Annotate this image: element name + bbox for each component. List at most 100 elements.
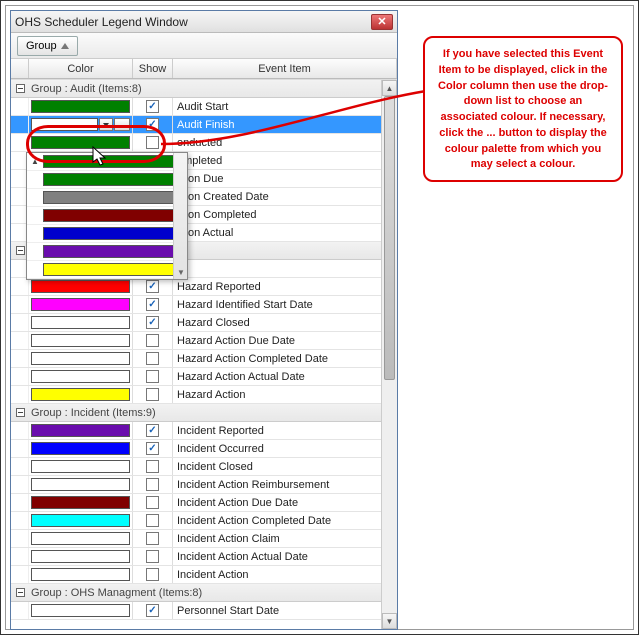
group-label: Group : OHS Managment (Items:8) <box>29 587 202 599</box>
dropdown-option[interactable] <box>27 243 187 261</box>
grid-row[interactable]: Incident Action Actual Date <box>11 548 397 566</box>
show-checkbox[interactable] <box>146 604 159 617</box>
expander-button[interactable] <box>11 408 29 417</box>
color-cell[interactable] <box>29 368 133 385</box>
scroll-track[interactable] <box>382 96 397 613</box>
grid-row[interactable]: Incident Action Claim <box>11 530 397 548</box>
dropdown-arrow-icon: ▲ <box>27 157 43 166</box>
color-cell[interactable] <box>29 458 133 475</box>
event-cell: Incident Action Completed Date <box>173 512 397 529</box>
show-checkbox[interactable] <box>146 496 159 509</box>
grid-row[interactable]: Hazard Identified Start Date <box>11 296 397 314</box>
vscrollbar[interactable]: ▲ ▼ <box>381 80 397 629</box>
show-checkbox[interactable] <box>146 514 159 527</box>
scroll-thumb[interactable] <box>384 96 395 380</box>
show-cell <box>133 458 173 475</box>
group-header[interactable]: Group : OHS Managment (Items:8) <box>11 584 397 602</box>
color-dropdown-panel[interactable]: ▲ <box>26 152 188 280</box>
dropdown-option[interactable] <box>27 207 187 225</box>
close-button[interactable]: ✕ <box>371 14 393 30</box>
grid-row[interactable]: Hazard Action <box>11 386 397 404</box>
show-checkbox[interactable] <box>146 550 159 563</box>
header-event[interactable]: Event Item <box>173 59 397 78</box>
show-checkbox[interactable] <box>146 460 159 473</box>
row-indent <box>11 476 29 493</box>
grid-row[interactable]: Hazard Closed <box>11 314 397 332</box>
color-cell[interactable] <box>29 278 133 295</box>
color-cell[interactable] <box>29 494 133 511</box>
show-checkbox[interactable] <box>146 298 159 311</box>
grid-row[interactable]: onducted <box>11 134 397 152</box>
color-swatch <box>31 460 130 473</box>
show-checkbox[interactable] <box>146 118 159 131</box>
color-cell[interactable] <box>29 98 133 115</box>
color-picker-button[interactable]: ... <box>114 118 130 131</box>
show-checkbox[interactable] <box>146 442 159 455</box>
grid-row[interactable]: Personnel Start Date <box>11 602 397 620</box>
color-cell[interactable] <box>29 602 133 619</box>
sort-asc-icon <box>61 43 69 49</box>
grid-row[interactable]: Incident Action Completed Date <box>11 512 397 530</box>
grid-row[interactable]: Incident Closed <box>11 458 397 476</box>
color-cell[interactable] <box>29 566 133 583</box>
color-cell[interactable] <box>29 314 133 331</box>
header-color[interactable]: Color <box>29 59 133 78</box>
color-cell[interactable] <box>29 548 133 565</box>
expander-button[interactable] <box>11 588 29 597</box>
grid-row[interactable]: Hazard Action Completed Date <box>11 350 397 368</box>
header-show[interactable]: Show <box>133 59 173 78</box>
grid-row[interactable]: Hazard Action Actual Date <box>11 368 397 386</box>
grid-row[interactable]: Audit Start <box>11 98 397 116</box>
color-cell[interactable] <box>29 512 133 529</box>
expander-button[interactable] <box>11 84 29 93</box>
dropdown-option[interactable] <box>27 225 187 243</box>
row-indent <box>11 548 29 565</box>
show-checkbox[interactable] <box>146 532 159 545</box>
color-cell[interactable] <box>29 386 133 403</box>
show-checkbox[interactable] <box>146 388 159 401</box>
grid-row[interactable]: ...Audit Finish <box>11 116 397 134</box>
group-label: Group : Audit (Items:8) <box>29 83 142 95</box>
grid-row[interactable]: Incident Action Due Date <box>11 494 397 512</box>
show-checkbox[interactable] <box>146 478 159 491</box>
show-checkbox[interactable] <box>146 100 159 113</box>
row-indent <box>11 332 29 349</box>
color-cell[interactable]: ... <box>29 116 133 133</box>
color-cell[interactable] <box>29 134 133 151</box>
color-swatch <box>31 388 130 401</box>
show-checkbox[interactable] <box>146 280 159 293</box>
dropdown-option[interactable] <box>27 171 187 189</box>
group-header[interactable]: Group : Incident (Items:9) <box>11 404 397 422</box>
color-dropdown-button[interactable] <box>99 118 113 131</box>
dropdown-option[interactable]: ▲ <box>27 153 187 171</box>
show-checkbox[interactable] <box>146 334 159 347</box>
show-checkbox[interactable] <box>146 136 159 149</box>
color-cell[interactable] <box>29 530 133 547</box>
dropdown-option[interactable] <box>27 261 187 279</box>
color-cell[interactable] <box>29 332 133 349</box>
show-checkbox[interactable] <box>146 568 159 581</box>
outer-frame: OHS Scheduler Legend Window ✕ Group Colo… <box>5 5 634 630</box>
grid-row[interactable]: Incident Occurred <box>11 440 397 458</box>
show-checkbox[interactable] <box>146 424 159 437</box>
group-by-button[interactable]: Group <box>17 36 78 56</box>
grid-row[interactable]: Hazard Reported <box>11 278 397 296</box>
show-checkbox[interactable] <box>146 370 159 383</box>
grid-row[interactable]: Incident Action <box>11 566 397 584</box>
grid-row[interactable]: Incident Action Reimbursement <box>11 476 397 494</box>
scroll-up-button[interactable]: ▲ <box>382 80 397 96</box>
dropdown-option[interactable] <box>27 189 187 207</box>
color-cell[interactable] <box>29 350 133 367</box>
color-cell[interactable] <box>29 440 133 457</box>
show-checkbox[interactable] <box>146 352 159 365</box>
dropdown-scrollbar[interactable] <box>173 153 187 279</box>
color-cell[interactable] <box>29 422 133 439</box>
color-cell[interactable] <box>29 296 133 313</box>
show-checkbox[interactable] <box>146 316 159 329</box>
row-indent <box>11 278 29 295</box>
color-cell[interactable] <box>29 476 133 493</box>
group-header[interactable]: Group : Audit (Items:8) <box>11 80 397 98</box>
grid-row[interactable]: Incident Reported <box>11 422 397 440</box>
grid-row[interactable]: Hazard Action Due Date <box>11 332 397 350</box>
scroll-down-button[interactable]: ▼ <box>382 613 397 629</box>
